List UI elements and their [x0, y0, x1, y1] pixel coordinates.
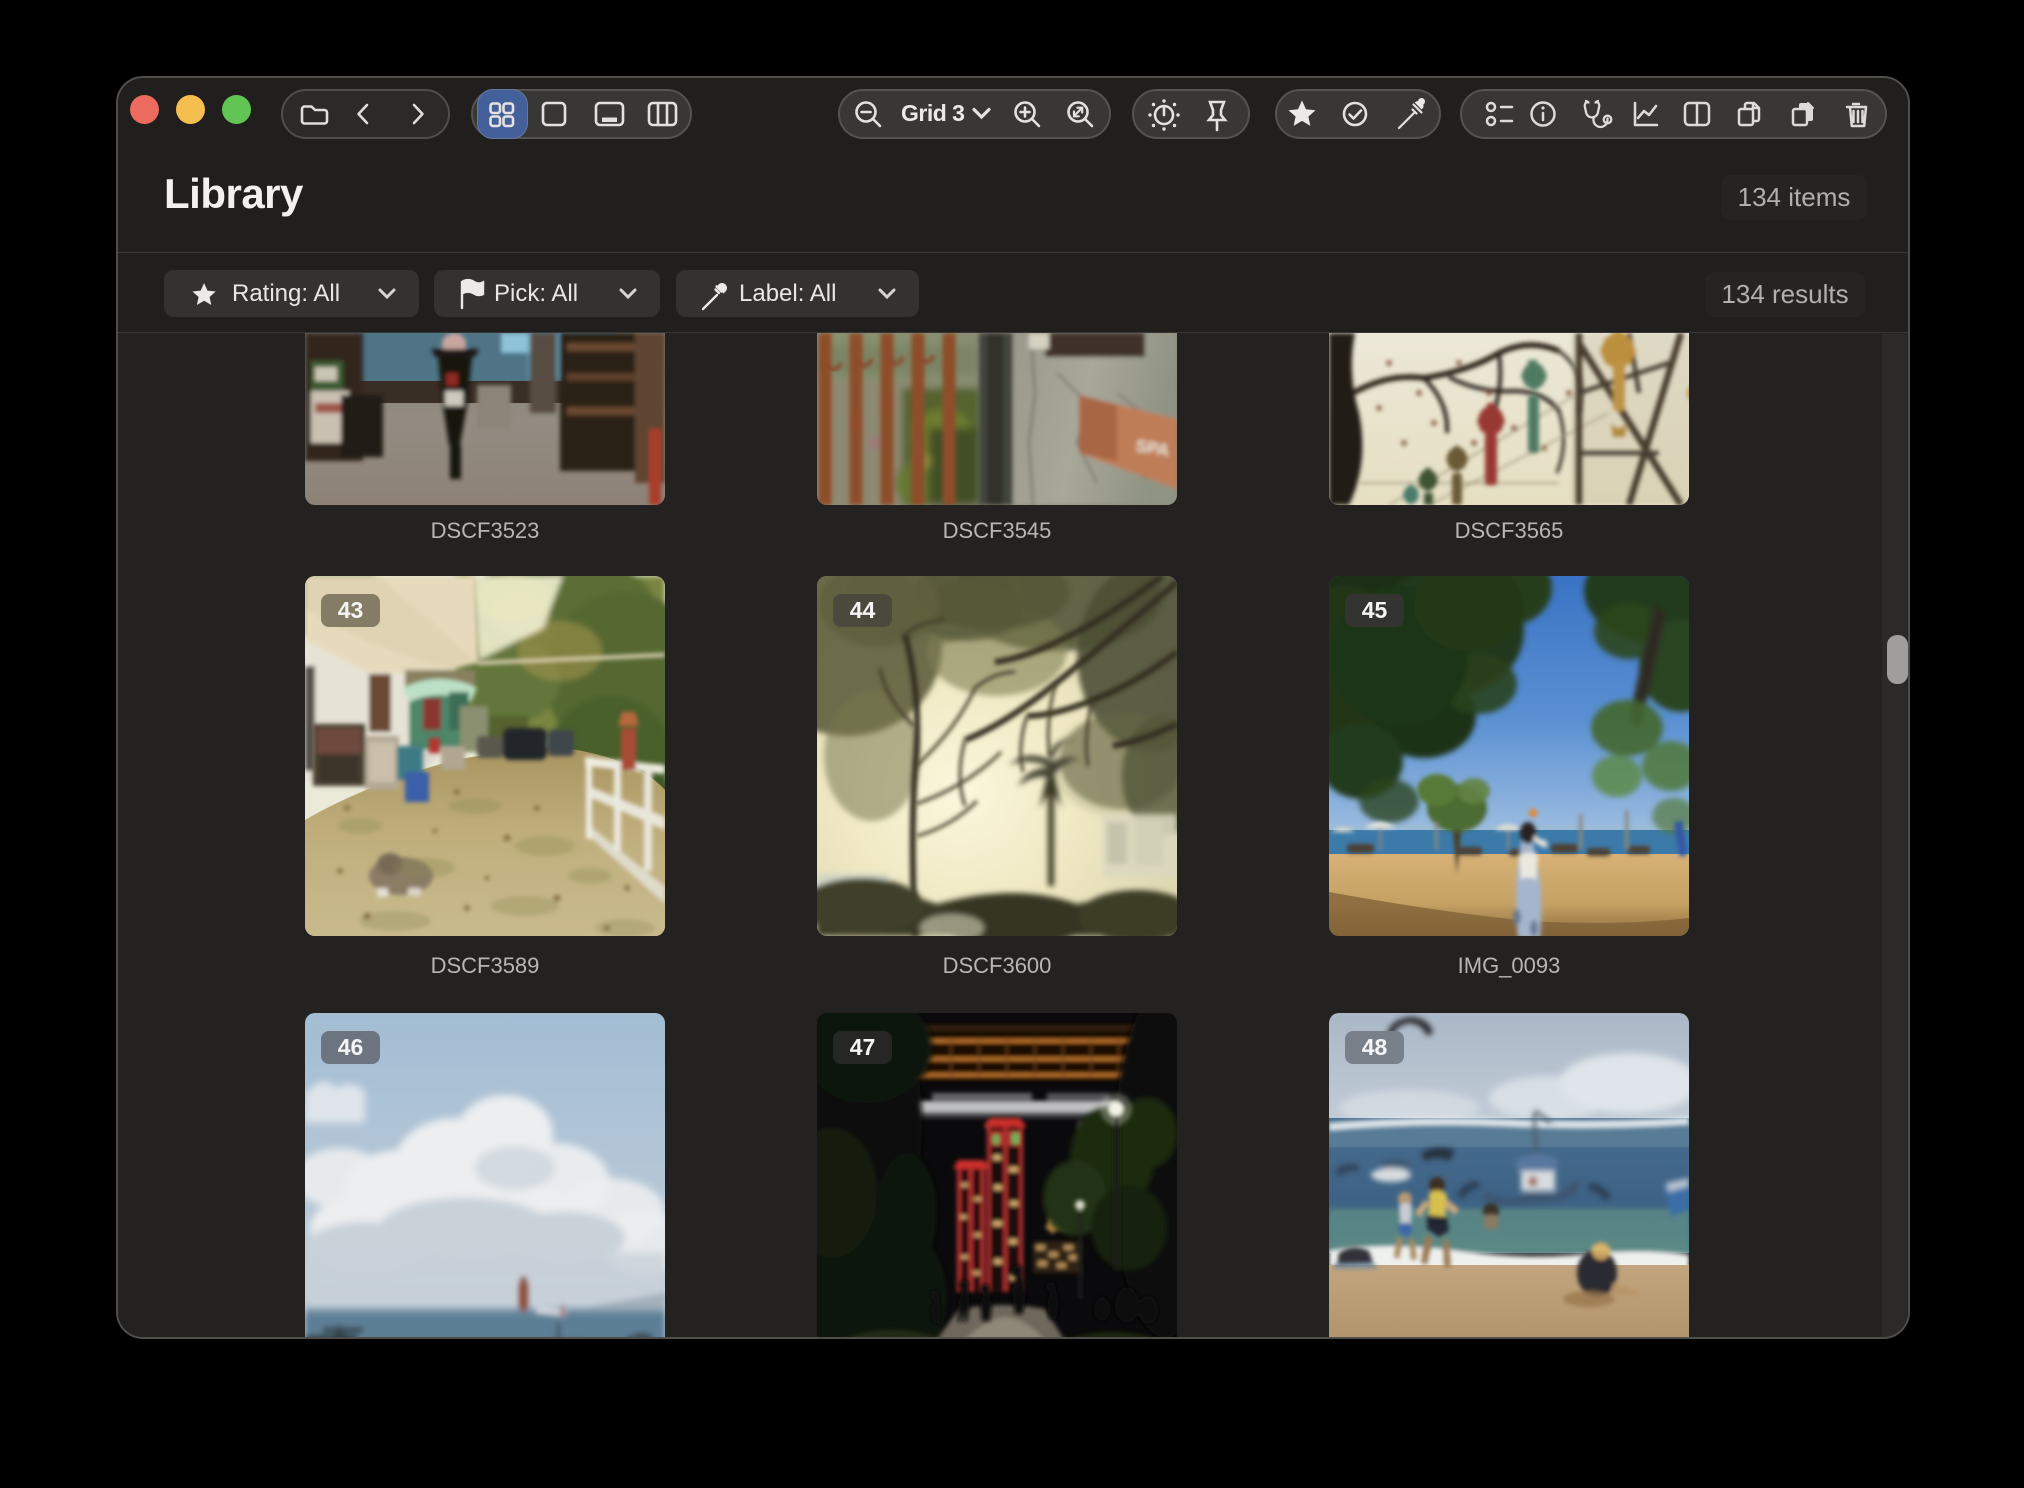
- svg-text:Grid 3: Grid 3: [901, 100, 964, 126]
